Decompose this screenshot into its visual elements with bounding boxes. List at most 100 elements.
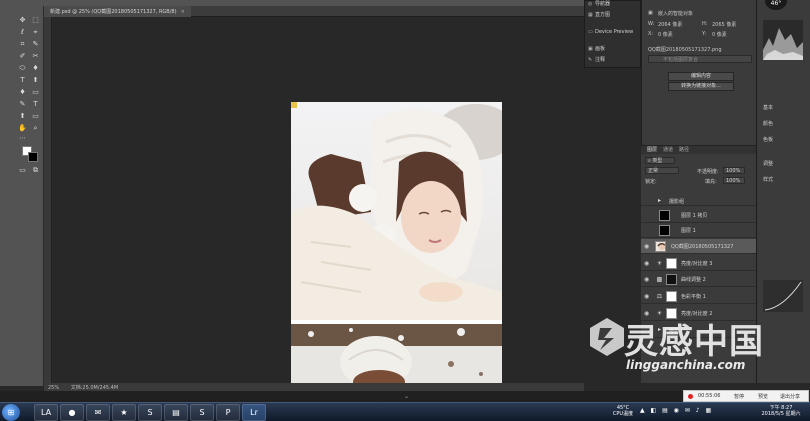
layer-row[interactable]: ◉ ☀ 亮度/对比度 3 [641, 256, 756, 271]
lasso-tool-icon[interactable]: ℓ [18, 28, 27, 37]
tab-channels[interactable]: 通道 [663, 146, 673, 154]
layer-filter-select[interactable]: ⌕ 类型 [645, 157, 675, 164]
close-icon[interactable]: × [181, 9, 185, 15]
panel-tab-styles[interactable]: 样式 [763, 176, 773, 183]
layer-name: 色彩平衡 1 [681, 294, 706, 300]
menu-item-artboard[interactable]: ▣ 画板 [588, 44, 640, 54]
history-brush-tool-icon[interactable]: ♦ [31, 64, 40, 73]
more-tools-icon[interactable]: ⋯ [18, 134, 27, 143]
source-file-name: QQ截图20180505171327.png [648, 47, 722, 53]
quick-select-tool-icon[interactable]: ⌖ [31, 28, 40, 37]
type-tool-icon[interactable]: T [31, 100, 40, 109]
preview-button[interactable]: 预览 [758, 393, 768, 400]
screen-share-bar: 00:55:06 暂停 预览 退出分享 [683, 390, 809, 402]
visibility-eye-icon[interactable]: ◉ [644, 260, 651, 267]
layer-row[interactable]: 图层 1 拷贝 [641, 208, 756, 223]
system-clock[interactable]: 下午 8:27 2018/5/5 星期六 [752, 402, 810, 421]
tab-paths[interactable]: 路径 [679, 146, 689, 154]
layer-name: 亮度/对比度 3 [681, 261, 713, 267]
shape-tool-icon[interactable]: ▭ [31, 112, 40, 121]
visibility-eye-icon[interactable]: ◉ [644, 293, 651, 300]
healing-brush-tool-icon[interactable]: ✐ [18, 52, 27, 61]
start-button[interactable]: ⊞ [2, 404, 20, 421]
exit-share-button[interactable]: 退出分享 [780, 393, 800, 400]
curves-icon: ▩ [656, 276, 663, 283]
height-field[interactable]: 2065 像素 [712, 21, 736, 28]
menu-item-histogram[interactable]: ▦ 直方图 [588, 10, 640, 20]
taskbar-app-1[interactable]: LA [34, 404, 58, 421]
y-field[interactable]: 0 像素 [712, 31, 727, 38]
taskbar-app-2[interactable]: ● [60, 404, 84, 421]
panel-tab-swatches[interactable]: 色板 [763, 136, 773, 143]
width-field[interactable]: 2064 像素 [658, 21, 682, 28]
crop-tool-icon[interactable]: ⌗ [18, 40, 27, 49]
panel-collapse-strip: ⌄ [0, 391, 683, 402]
blend-mode-select[interactable]: 正常 [645, 167, 679, 174]
lock-label: 锁定: [645, 179, 657, 185]
cpu-temperature: 45°C CPU温度 [612, 405, 634, 417]
fill-field[interactable]: 100% [723, 177, 745, 184]
background-color-swatch[interactable] [28, 152, 38, 162]
y-label: Y: [702, 31, 707, 37]
layer-name: 图层 1 拷贝 [681, 213, 708, 219]
panel-tab-basic[interactable]: 基本 [763, 104, 773, 111]
brush-tool-icon[interactable]: ✂ [31, 52, 40, 61]
layer-name: 摄影组 [669, 199, 685, 205]
weather-widget: 46° [765, 0, 787, 10]
menu-item-navigator[interactable]: ◎ 导航器 [588, 0, 640, 9]
x-label: X: [648, 31, 654, 37]
gradient-tool-icon[interactable]: ⬆ [31, 76, 40, 85]
taskbar-app-8[interactable]: P [216, 404, 240, 421]
quick-mask-icon[interactable]: ▭ [18, 166, 27, 175]
taskbar-app-6[interactable]: ▤ [164, 404, 188, 421]
taskbar-app-7[interactable]: S [190, 404, 214, 421]
panel-tab-adjustments[interactable]: 调整 [763, 160, 773, 167]
eyedropper-tool-icon[interactable]: ✎ [31, 40, 40, 49]
color-balance-icon: ⚖ [656, 293, 663, 300]
pen-tool-icon[interactable]: ✎ [18, 100, 27, 109]
chevron-down-icon[interactable]: ⌄ [404, 393, 409, 400]
move-tool-icon[interactable]: ✥ [18, 16, 27, 25]
document-tab[interactable]: 新建.psd @ 25% (QQ截图20180505171327, RGB/8)… [44, 6, 191, 17]
layer-comp-select[interactable]: 不包括图层复合 [648, 55, 752, 63]
tab-layers[interactable]: 图层 [647, 146, 657, 154]
system-tray-icons[interactable]: ▲ ◧ ▤ ◉ ✉ ♪ ▦ [640, 407, 740, 417]
visibility-eye-icon[interactable]: ◉ [644, 243, 651, 250]
folder-icon[interactable]: ▸ [655, 196, 664, 205]
screen-mode-icon[interactable]: ⧉ [31, 166, 40, 175]
x-field[interactable]: 0 像素 [658, 31, 673, 38]
layer-row[interactable]: ◉ ⚖ 色彩平衡 1 [641, 289, 756, 304]
path-select-tool-icon[interactable]: ⬆ [18, 112, 27, 121]
layer-row[interactable]: 图层 1 [641, 223, 756, 238]
blur-tool-icon[interactable]: ♦ [18, 88, 27, 97]
panel-tab-color[interactable]: 颜色 [763, 120, 773, 127]
histogram-preview [763, 20, 803, 60]
menu-item-device-preview[interactable]: ▭ Device Preview [588, 27, 640, 37]
pause-button[interactable]: 暂停 [734, 393, 744, 400]
layer-row-selected[interactable]: ◉ QQ截图20180505171327 [641, 239, 756, 254]
clone-stamp-tool-icon[interactable]: ⬭ [18, 64, 27, 73]
photo-second-shot [291, 324, 502, 384]
eraser-tool-icon[interactable]: T [18, 76, 27, 85]
taskbar-app-9[interactable]: Lr [242, 404, 266, 421]
dodge-tool-icon[interactable]: ▭ [31, 88, 40, 97]
menu-item-notes[interactable]: ✎ 注释 [588, 55, 640, 65]
taskbar-app-5[interactable]: S [138, 404, 162, 421]
vertical-scroll-track[interactable] [44, 17, 52, 383]
width-label: W: [648, 21, 655, 27]
layer-group-row[interactable]: ▸ 摄影组 [641, 196, 756, 206]
hand-tool-icon[interactable]: ✋ [18, 124, 27, 133]
layers-panel-tabs: 图层 通道 路径 [641, 146, 756, 154]
visibility-eye-icon[interactable]: ◉ [644, 276, 651, 283]
document-canvas[interactable] [291, 102, 502, 384]
taskbar-app-4[interactable]: ★ [112, 404, 136, 421]
zoom-tool-icon[interactable]: ⌕ [31, 124, 40, 133]
edit-contents-button[interactable]: 编辑内容 [668, 72, 734, 81]
taskbar-app-3[interactable]: ✉ [86, 404, 110, 421]
layer-row[interactable]: ◉ ▩ 曲线调整 2 [641, 272, 756, 287]
document-tab-title: 新建.psd @ 25% (QQ截图20180505171327, RGB/8) [50, 9, 177, 15]
layer-mask-thumbnail [666, 274, 677, 285]
convert-to-linked-button[interactable]: 转换为链接对象... [668, 82, 734, 91]
marquee-tool-icon[interactable]: ⬚ [31, 16, 40, 25]
opacity-field[interactable]: 100% [723, 167, 745, 174]
